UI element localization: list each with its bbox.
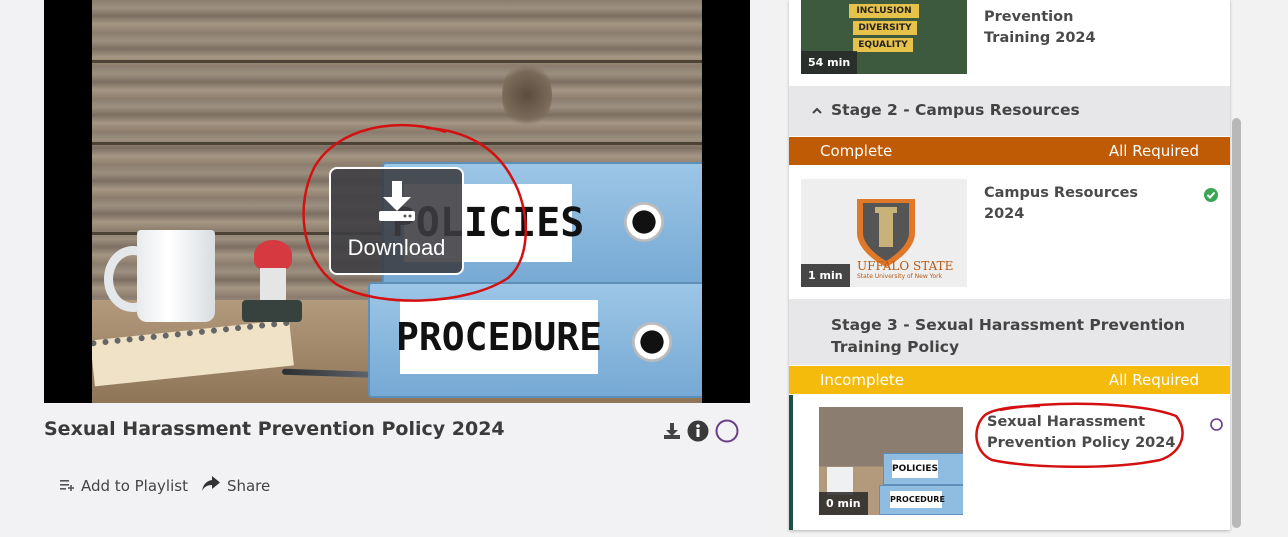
- video-title: Sexual Harassment Prevention Policy 2024: [44, 418, 505, 440]
- list-item[interactable]: UFFALO STATE State University of New Yor…: [789, 165, 1230, 299]
- plank-seam: [92, 60, 702, 63]
- seal-subtext: State University of New York: [857, 273, 943, 280]
- stage-status-bar: Complete All Required: [789, 137, 1230, 165]
- binder-label-procedure: PROCEDURE: [396, 300, 602, 374]
- download-icon[interactable]: [663, 422, 681, 445]
- stamp-body: [260, 268, 286, 304]
- stage-title-line: Stage 3 - Sexual Harassment Prevention: [831, 316, 1185, 334]
- stage-status-bar: Incomplete All Required: [789, 366, 1230, 394]
- item-title: Harassment Prevention Training 2024: [984, 0, 1174, 49]
- thumb-word: DIVERSITY: [853, 21, 917, 35]
- stage-header-2[interactable]: Stage 2 - Campus Resources: [789, 86, 1230, 136]
- item-title-line: Sexual Harassment: [987, 414, 1146, 430]
- add-to-playlist-button[interactable]: Add to Playlist: [60, 476, 188, 495]
- duration-badge: 0 min: [819, 492, 868, 515]
- playlist-add-icon: [60, 477, 74, 495]
- plank-seam: [92, 142, 702, 145]
- completion-circle-icon: [715, 419, 739, 448]
- item-title-line: Harassment Prevention: [984, 0, 1082, 25]
- share-label: Share: [226, 476, 271, 495]
- item-title: Sexual Harassment Prevention Policy 2024: [987, 412, 1177, 454]
- download-icon: [375, 179, 419, 228]
- add-to-playlist-label: Add to Playlist: [81, 476, 188, 495]
- video-title-icons: [663, 419, 739, 448]
- thumb-binder-label: POLICIES: [892, 460, 938, 478]
- info-icon[interactable]: [687, 420, 709, 447]
- panel-scrollbar[interactable]: [1232, 118, 1241, 528]
- seal-logo: [857, 199, 915, 267]
- item-thumbnail: INCLUSION DIVERSITY EQUALITY 54 min: [801, 0, 967, 74]
- duration-badge: 1 min: [801, 264, 850, 287]
- video-actions: Add to Playlist Share: [60, 476, 270, 495]
- stage-title-line: Training Policy: [831, 338, 960, 356]
- item-thumbnail: POLICIES PROCEDURE 0 min: [819, 407, 963, 515]
- incomplete-circle-icon: [1210, 416, 1223, 435]
- stamp-base: [242, 300, 302, 322]
- mug-image: [137, 230, 215, 322]
- share-icon: [201, 476, 220, 495]
- binder-ring: [632, 322, 672, 362]
- status-label: Incomplete: [820, 371, 904, 389]
- thumb-word: EQUALITY: [853, 38, 913, 52]
- item-title-line: Prevention Policy 2024: [987, 435, 1176, 451]
- check-circle-icon: [1204, 187, 1218, 206]
- list-item-active[interactable]: POLICIES PROCEDURE 0 min Sexual Harassme…: [789, 395, 1230, 530]
- binder-ring: [624, 202, 664, 242]
- thumb-mug: [827, 467, 853, 495]
- item-title-line: Training 2024: [984, 30, 1096, 46]
- binder-bottom: PROCEDURE: [368, 282, 702, 398]
- status-label: Complete: [820, 142, 893, 160]
- requirement-label: All Required: [1108, 142, 1199, 160]
- download-label: Download: [347, 235, 446, 260]
- item-thumbnail: UFFALO STATE State University of New Yor…: [801, 179, 967, 287]
- thumb-binder-label: PROCEDURE: [890, 491, 945, 508]
- download-overlay-button[interactable]: Download: [329, 167, 464, 275]
- thumb-binder: POLICIES: [883, 453, 963, 485]
- stage-title: Stage 3 - Sexual Harassment Prevention T…: [831, 314, 1185, 358]
- playlist-panel: INCLUSION DIVERSITY EQUALITY 54 min Hara…: [789, 0, 1230, 530]
- thumb-word: INCLUSION: [849, 4, 919, 18]
- stage-title: Stage 2 - Campus Resources: [831, 101, 1080, 119]
- thumb-binder: PROCEDURE: [879, 485, 963, 515]
- list-item[interactable]: INCLUSION DIVERSITY EQUALITY 54 min Hara…: [789, 0, 1230, 86]
- share-button[interactable]: Share: [201, 476, 271, 495]
- duration-badge: 54 min: [801, 51, 858, 74]
- chevron-up-icon: [811, 102, 823, 121]
- stage-header-3[interactable]: Stage 3 - Sexual Harassment Prevention T…: [789, 299, 1230, 365]
- seal-text: UFFALO STATE: [857, 259, 954, 273]
- requirement-label: All Required: [1108, 371, 1199, 389]
- stamp-image: [254, 240, 292, 270]
- wood-knot: [502, 60, 552, 130]
- item-title: Campus Resources 2024: [984, 185, 1139, 222]
